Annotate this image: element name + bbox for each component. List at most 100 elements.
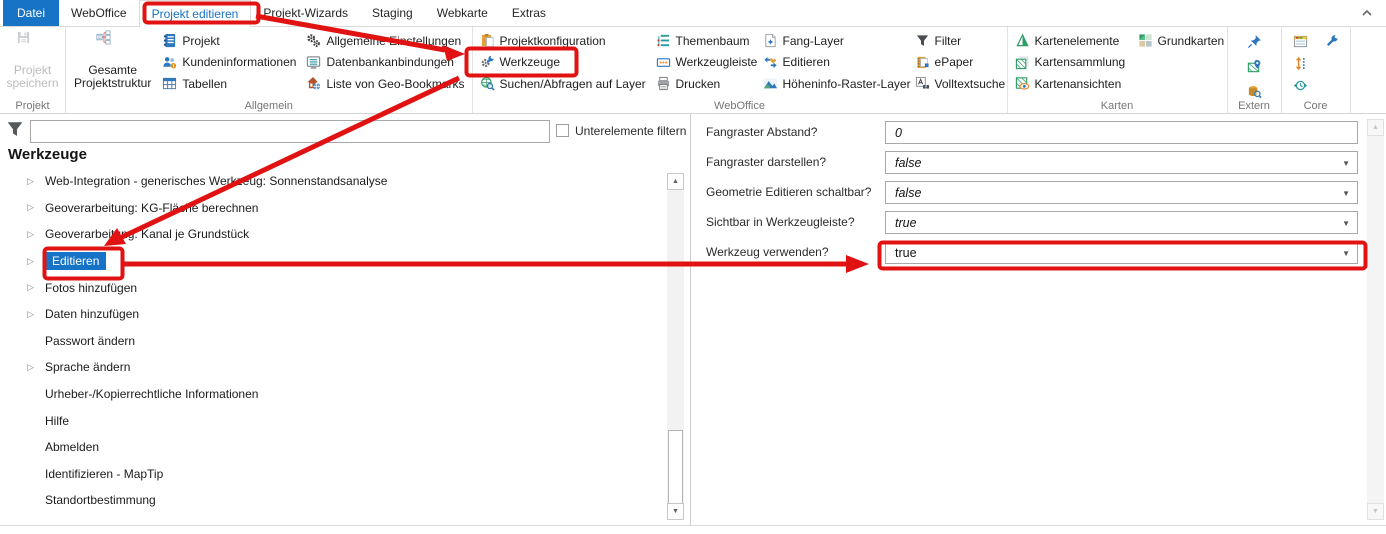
scroll-down-icon[interactable]: ▼ bbox=[1367, 503, 1384, 520]
pushpin-icon bbox=[1247, 34, 1262, 49]
ribbon-button-spacing[interactable] bbox=[1288, 53, 1313, 74]
ribbon-button-projekt[interactable]: Projekt bbox=[157, 30, 301, 51]
group-label-core: Core bbox=[1282, 100, 1350, 112]
tree-item-web-integration[interactable]: Web-Integration - generisches Werkzeug: … bbox=[0, 168, 660, 195]
ribbon: Projekt speichern Projekt Gesamte Projek… bbox=[0, 27, 1386, 114]
ribbon-button-datenbankanbindungen[interactable]: Datenbankanbindungen bbox=[301, 52, 469, 73]
tab-extras[interactable]: Extras bbox=[500, 0, 558, 26]
tree-item-abmelden[interactable]: Abmelden bbox=[0, 434, 660, 461]
expander-icon[interactable] bbox=[27, 176, 45, 187]
properties-scrollbar[interactable]: ▲ ▼ bbox=[1367, 119, 1384, 520]
ribbon-button-hoeheninfo-raster-layer[interactable]: Höheninfo-Raster-Layer bbox=[758, 73, 910, 94]
ribbon-button-tabellen[interactable]: Tabellen bbox=[157, 73, 301, 94]
scroll-down-icon[interactable]: ▼ bbox=[667, 503, 684, 520]
group-label-allgemein: Allgemein bbox=[66, 100, 472, 112]
tab-staging[interactable]: Staging bbox=[360, 0, 425, 26]
ribbon-button-wrench[interactable] bbox=[1319, 31, 1344, 52]
tree-item-daten-hinzufuegen[interactable]: Daten hinzufügen bbox=[0, 301, 660, 328]
ribbon-button-allgemeine-einstellungen[interactable]: Allgemeine Einstellungen bbox=[301, 30, 469, 51]
tab-datei[interactable]: Datei bbox=[3, 0, 59, 26]
tree-scrollbar[interactable]: ▲ ▼ bbox=[667, 173, 684, 520]
ribbon-button-label: Datenbankanbindungen bbox=[326, 55, 453, 69]
save-project-button[interactable]: Projekt speichern bbox=[2, 27, 63, 90]
ribbon-button-volltextsuche[interactable]: Volltextsuche bbox=[910, 73, 1005, 94]
ribbon-button-kundeninformationen[interactable]: Kundeninformationen bbox=[157, 52, 301, 73]
ribbon-group-core: Core bbox=[1282, 27, 1351, 113]
ribbon-button-kartenelemente[interactable]: Kartenelemente bbox=[1010, 30, 1133, 51]
property-select-geometrie-editieren-schaltbar[interactable]: false bbox=[885, 181, 1358, 204]
ribbon-button-map-pin[interactable] bbox=[1242, 56, 1267, 77]
expander-icon[interactable] bbox=[27, 309, 45, 320]
tab-webkarte[interactable]: Webkarte bbox=[425, 0, 500, 26]
group-label-karten: Karten bbox=[1008, 100, 1227, 112]
expander-icon[interactable] bbox=[27, 229, 45, 240]
ribbon-button-label: Themenbaum bbox=[676, 34, 750, 48]
ribbon-button-label: Fang-Layer bbox=[783, 34, 844, 48]
scroll-up-icon[interactable]: ▲ bbox=[1367, 119, 1384, 136]
tab-weboffice[interactable]: WebOffice bbox=[59, 0, 139, 26]
expander-icon[interactable] bbox=[27, 362, 45, 373]
tree-item-editieren[interactable]: Editieren bbox=[0, 248, 660, 275]
ribbon-button-grundkarten[interactable]: Grundkarten bbox=[1133, 30, 1225, 51]
ribbon-button-suchen-abfragen[interactable]: Suchen/Abfragen auf Layer bbox=[475, 73, 651, 94]
ribbon-button-bucket-search[interactable] bbox=[1242, 81, 1267, 102]
tree-item-fotos-hinzufuegen[interactable]: Fotos hinzufügen bbox=[0, 274, 660, 301]
spacing-icon bbox=[1293, 56, 1308, 71]
property-input-fangraster-abstand[interactable]: 0 bbox=[885, 121, 1358, 144]
map-stack-icon bbox=[1015, 55, 1030, 70]
tree-item-passwort-aendern[interactable]: Passwort ändern bbox=[0, 328, 660, 355]
scrollbar-thumb[interactable] bbox=[668, 430, 683, 504]
subelements-filter-checkbox[interactable] bbox=[556, 124, 569, 137]
tree-item-hilfe[interactable]: Hilfe bbox=[0, 407, 660, 434]
subelements-filter: Unterelemente filtern bbox=[556, 119, 686, 142]
property-select-werkzeug-verwenden[interactable]: true bbox=[885, 241, 1358, 264]
tree-item-urheber[interactable]: Urheber-/Kopierrechtliche Informationen bbox=[0, 381, 660, 408]
ribbon-button-drucken[interactable]: Drucken bbox=[651, 73, 758, 94]
ribbon-button-geo-bookmarks[interactable]: Liste von Geo-Bookmarks bbox=[301, 73, 469, 94]
group-label-extern: Extern bbox=[1228, 100, 1281, 112]
tools-tree: Web-Integration - generisches Werkzeug: … bbox=[0, 168, 660, 514]
printer-icon bbox=[656, 76, 671, 91]
expander-icon[interactable] bbox=[27, 256, 45, 267]
property-select-fangraster-darstellen[interactable]: false bbox=[885, 151, 1358, 174]
tree-filter-input[interactable] bbox=[30, 120, 550, 143]
collapse-ribbon-icon[interactable] bbox=[1360, 7, 1374, 19]
ribbon-button-projektkonfiguration[interactable]: Projektkonfiguration bbox=[475, 30, 651, 51]
ribbon-button-fang-layer[interactable]: Fang-Layer bbox=[758, 30, 910, 51]
expander-icon[interactable] bbox=[27, 282, 45, 293]
expander-icon[interactable] bbox=[27, 202, 45, 213]
ribbon-button-kartensammlung[interactable]: Kartensammlung bbox=[1010, 52, 1133, 73]
toolbar-dots-icon bbox=[656, 55, 671, 70]
ribbon-button-kartenansichten[interactable]: Kartenansichten bbox=[1010, 73, 1133, 94]
map-eye-icon bbox=[1015, 76, 1030, 91]
scroll-up-icon[interactable]: ▲ bbox=[667, 173, 684, 190]
tree-item-kanal[interactable]: Geoverarbeitung: Kanal je Grundstück bbox=[0, 221, 660, 248]
tab-projekt-editieren[interactable]: Projekt editieren bbox=[139, 0, 252, 27]
project-structure-label-2: Projektstruktur bbox=[74, 77, 151, 90]
ribbon-button-styles-window[interactable] bbox=[1288, 31, 1313, 52]
tab-projekt-wizards[interactable]: Projekt-Wizards bbox=[251, 0, 360, 26]
ribbon-button-label: Kartenansichten bbox=[1035, 77, 1122, 91]
tree-item-standortbestimmung[interactable]: Standortbestimmung bbox=[0, 487, 660, 514]
ribbon-button-pushpin[interactable] bbox=[1242, 31, 1267, 52]
ribbon-button-filter[interactable]: Filter bbox=[910, 30, 1005, 51]
ribbon-button-werkzeuge[interactable]: Werkzeuge bbox=[475, 52, 651, 73]
project-structure-button[interactable]: Gesamte Projektstruktur bbox=[68, 27, 157, 90]
map-pin-icon bbox=[1247, 59, 1262, 74]
ribbon-button-editieren[interactable]: Editieren bbox=[758, 52, 910, 73]
ribbon-button-label: Filter bbox=[935, 34, 962, 48]
subelements-filter-label: Unterelemente filtern bbox=[575, 124, 686, 138]
ribbon-button-epaper[interactable]: ePaper bbox=[910, 52, 1005, 73]
tree-item-sprache-aendern[interactable]: Sprache ändern bbox=[0, 354, 660, 381]
property-select-sichtbar-in-werkzeugleiste[interactable]: true bbox=[885, 211, 1358, 234]
ribbon-button-themenbaum[interactable]: Themenbaum bbox=[651, 30, 758, 51]
funnel-icon bbox=[915, 33, 930, 48]
ribbon-button-history[interactable] bbox=[1288, 75, 1313, 96]
clipboard-icon bbox=[480, 33, 495, 48]
group-label-projekt: Projekt bbox=[0, 100, 65, 112]
tree-item-kg-flaeche[interactable]: Geoverarbeitung: KG-Fläche berechnen bbox=[0, 195, 660, 222]
tree-item-identifizieren-maptip[interactable]: Identifizieren - MapTip bbox=[0, 461, 660, 488]
ribbon-button-label: Kundeninformationen bbox=[182, 55, 296, 69]
property-label-sichtbar-in-werkzeugleiste: Sichtbar in Werkzeugleiste? bbox=[706, 211, 855, 234]
ribbon-button-werkzeugleiste[interactable]: Werkzeugleiste bbox=[651, 52, 758, 73]
